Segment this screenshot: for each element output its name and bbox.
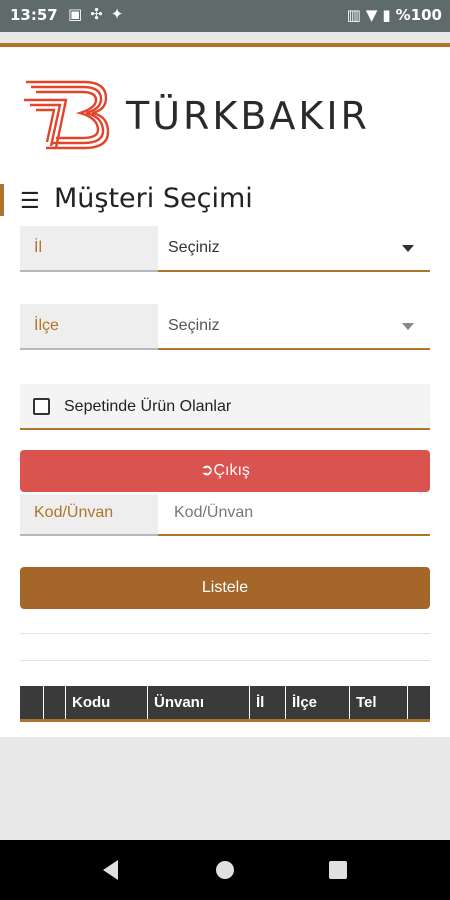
wifi-icon: ▼ (365, 6, 378, 24)
chevron-down-icon (402, 323, 414, 330)
sparkle-icon: ✦ (110, 5, 124, 23)
status-time: 13:57 (10, 6, 58, 24)
ilce-select[interactable]: Seçiniz (158, 304, 430, 350)
basket-checkbox-label: Sepetinde Ürün Olanlar (64, 398, 232, 415)
column-header-ilce[interactable]: İlçe (286, 686, 350, 719)
results-table-header: Kodu Ünvanı İl İlçe Tel (20, 686, 430, 722)
ilce-label: İlçe (20, 304, 158, 350)
column-header (408, 686, 430, 719)
barcode-icon: ▥ (346, 6, 361, 24)
chevron-down-icon (402, 245, 414, 252)
back-icon[interactable] (103, 860, 118, 880)
kod-unvan-field[interactable]: Kod/Ünvan Kod/Ünvan (20, 494, 430, 536)
page-title: Müşteri Seçimi (54, 183, 253, 214)
exit-button-label: Çıkış (213, 462, 250, 479)
fan-icon: ✣ (90, 5, 103, 23)
basket-filter-row[interactable]: Sepetinde Ürün Olanlar (20, 384, 430, 430)
kod-unvan-label: Kod/Ünvan (20, 494, 158, 536)
column-header (44, 686, 66, 719)
list-icon: ☰ (20, 188, 40, 213)
home-icon[interactable] (216, 861, 234, 879)
column-header-il[interactable]: İl (250, 686, 286, 719)
ilce-select-value: Seçiniz (168, 317, 220, 334)
battery-percent: %100 (395, 6, 442, 24)
il-label: İl (20, 226, 158, 272)
battery-icon: ▮ (382, 6, 391, 24)
column-header-unvani[interactable]: Ünvanı (148, 686, 250, 719)
kod-unvan-input[interactable]: Kod/Ünvan (158, 494, 430, 536)
ilce-select-field[interactable]: İlçe Seçiniz (20, 304, 430, 350)
exit-button[interactable]: ➲Çıkış (20, 450, 430, 492)
status-bar: 13:57 ▣ ✣ ✦ ▥ ▼ ▮ %100 (0, 0, 450, 32)
system-nav-bar (0, 840, 450, 900)
il-select-value: Seçiniz (168, 239, 220, 256)
divider (20, 660, 430, 661)
image-icon: ▣ (68, 5, 83, 23)
recents-icon[interactable] (329, 861, 347, 879)
basket-checkbox[interactable] (33, 398, 50, 415)
title-accent (0, 184, 4, 216)
divider (20, 633, 430, 634)
sign-out-icon: ➲ (200, 462, 214, 479)
column-header-tel[interactable]: Tel (350, 686, 408, 719)
brand-name: TÜRKBAKIR (126, 94, 370, 138)
il-select[interactable]: Seçiniz (158, 226, 430, 272)
column-header (20, 686, 44, 719)
column-header-kodu[interactable]: Kodu (66, 686, 148, 719)
tb-logo-icon (24, 80, 110, 150)
il-select-field[interactable]: İl Seçiniz (20, 226, 430, 272)
kod-unvan-placeholder: Kod/Ünvan (174, 504, 254, 521)
list-button[interactable]: Listele (20, 567, 430, 609)
